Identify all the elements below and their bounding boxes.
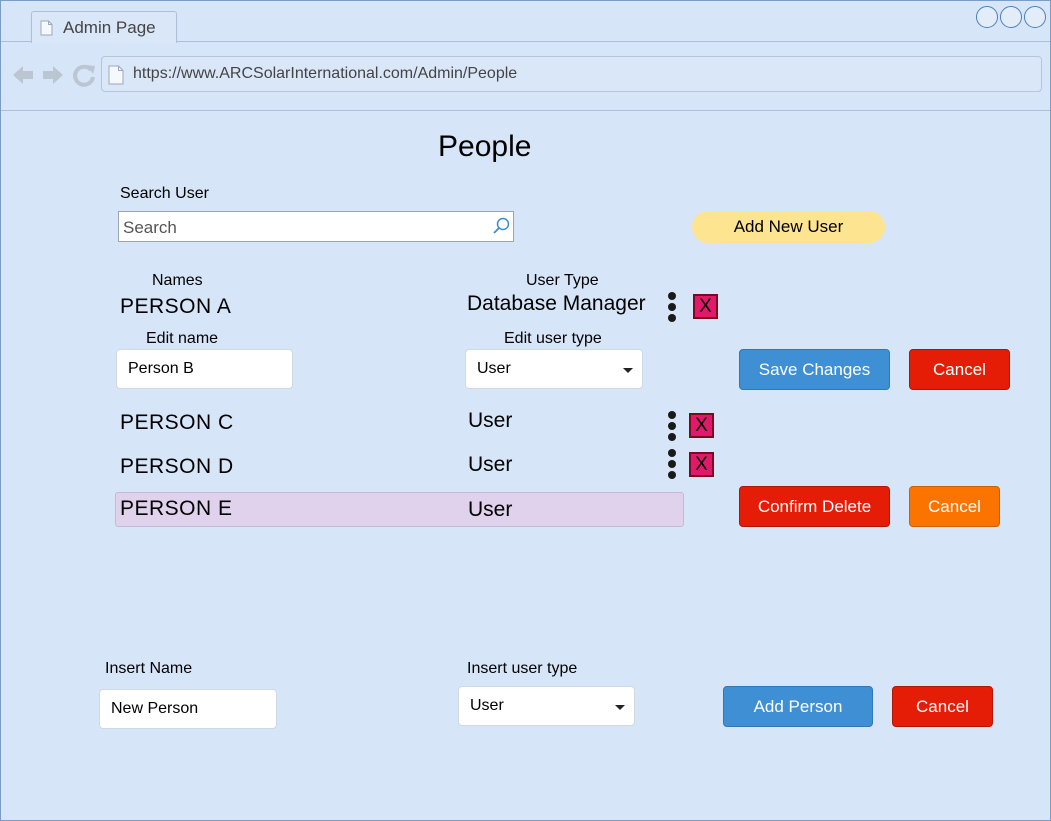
edit-user-type-select[interactable]: User bbox=[465, 349, 643, 389]
user-type: User bbox=[468, 453, 513, 476]
kebab-menu-icon[interactable] bbox=[668, 292, 676, 325]
person-name: PERSON A bbox=[120, 295, 232, 318]
edit-user-type-value: User bbox=[477, 360, 511, 377]
insert-name-field[interactable]: New Person bbox=[99, 689, 277, 729]
insert-name-label: Insert Name bbox=[105, 660, 193, 677]
page-title: People bbox=[438, 130, 532, 163]
edit-name-label: Edit name bbox=[146, 330, 219, 347]
user-type-header: User Type bbox=[526, 272, 599, 289]
person-name: PERSON E bbox=[120, 497, 233, 520]
save-changes-button[interactable]: Save Changes bbox=[739, 349, 890, 390]
cancel-insert-button[interactable]: Cancel bbox=[892, 686, 993, 727]
user-type: Database Manager bbox=[467, 292, 646, 315]
cancel-edit-button[interactable]: Cancel bbox=[909, 349, 1010, 390]
back-arrow-icon[interactable] bbox=[11, 63, 35, 87]
add-person-button[interactable]: Add Person bbox=[723, 686, 873, 727]
tab-title: Admin Page bbox=[63, 18, 156, 37]
delete-x-button[interactable]: X bbox=[689, 452, 714, 477]
window-control-maximize[interactable] bbox=[1000, 6, 1022, 28]
user-type: User bbox=[468, 498, 513, 521]
edit-user-type-label: Edit user type bbox=[504, 330, 602, 347]
address-bar[interactable]: https://www.ARCSolarInternational.com/Ad… bbox=[101, 56, 1042, 92]
page-icon bbox=[108, 65, 124, 85]
kebab-menu-icon[interactable] bbox=[668, 449, 676, 482]
document-icon bbox=[40, 20, 53, 36]
browser-window: Admin Page https://www.ARCSolarInternati… bbox=[0, 0, 1051, 821]
url-text: https://www.ARCSolarInternational.com/Ad… bbox=[133, 65, 518, 82]
add-new-user-button[interactable]: Add New User bbox=[692, 211, 885, 243]
user-type: User bbox=[468, 409, 513, 432]
search-user-label: Search User bbox=[120, 185, 209, 202]
delete-x-button[interactable]: X bbox=[689, 413, 714, 438]
browser-tab[interactable]: Admin Page bbox=[31, 11, 177, 43]
insert-user-type-value: User bbox=[470, 697, 504, 714]
names-header: Names bbox=[152, 272, 203, 289]
person-name: PERSON C bbox=[120, 411, 234, 434]
insert-user-type-label: Insert user type bbox=[467, 660, 578, 677]
tab-bar: Admin Page bbox=[1, 1, 1050, 43]
insert-user-type-select[interactable]: User bbox=[458, 686, 635, 726]
kebab-menu-icon[interactable] bbox=[668, 411, 676, 444]
window-control-minimize[interactable] bbox=[976, 6, 998, 28]
search-placeholder: Search bbox=[123, 218, 177, 237]
dropdown-arrow-icon bbox=[615, 705, 625, 710]
dropdown-arrow-icon bbox=[623, 368, 633, 373]
person-name: PERSON D bbox=[120, 455, 234, 478]
forward-arrow-icon[interactable] bbox=[41, 63, 65, 87]
cancel-delete-button[interactable]: Cancel bbox=[909, 486, 1000, 527]
search-input[interactable]: Search bbox=[118, 211, 514, 242]
navigation-bar: https://www.ARCSolarInternational.com/Ad… bbox=[1, 43, 1050, 111]
delete-x-button[interactable]: X bbox=[693, 294, 718, 319]
reload-icon[interactable] bbox=[72, 63, 96, 87]
confirm-delete-button[interactable]: Confirm Delete bbox=[739, 486, 890, 527]
edit-name-field[interactable]: Person B bbox=[116, 349, 293, 389]
search-icon[interactable] bbox=[491, 216, 511, 236]
window-control-close[interactable] bbox=[1024, 6, 1046, 28]
